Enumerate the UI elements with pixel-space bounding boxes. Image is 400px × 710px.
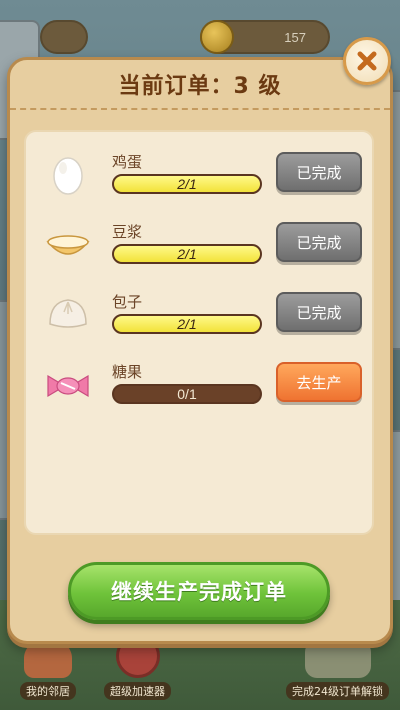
order-item-row: 糖果 0/1 去生产: [26, 358, 372, 418]
item-name: 包子: [112, 293, 143, 311]
item-name: 糖果: [112, 363, 143, 381]
soy-milk-bowl-icon: [46, 235, 90, 255]
level-badge[interactable]: [40, 20, 88, 54]
progress-bar: 2/1: [112, 174, 262, 194]
dialog-title: 当前订单：3 级: [118, 74, 282, 99]
close-icon: [357, 51, 377, 71]
egg-icon: [53, 157, 83, 195]
item-name: 豆浆: [112, 223, 143, 241]
coin-counter[interactable]: 157: [200, 20, 330, 54]
unlock-building-button[interactable]: 完成24级订单解锁: [286, 640, 389, 700]
order-item-row: 鸡蛋 2/1 已完成: [26, 148, 372, 208]
neighbors-icon: [24, 638, 72, 678]
continue-production-button[interactable]: 继续生产完成订单: [68, 562, 330, 620]
candy-icon: [47, 374, 89, 398]
item-name: 鸡蛋: [112, 153, 143, 171]
coin-count: 157: [284, 29, 306, 45]
progress-text: 2/1: [177, 176, 197, 192]
progress-text: 2/1: [177, 316, 197, 332]
building-icon: [304, 640, 371, 678]
order-item-row: 包子 2/1 已完成: [26, 288, 372, 348]
completed-button[interactable]: 已完成: [276, 152, 362, 192]
go-produce-button[interactable]: 去生产: [276, 362, 362, 402]
completed-button[interactable]: 已完成: [276, 292, 362, 332]
progress-bar: 0/1: [112, 384, 262, 404]
dialog-header: 当前订单：3 级: [10, 60, 390, 110]
progress-text: 2/1: [177, 246, 197, 262]
completed-button[interactable]: 已完成: [276, 222, 362, 262]
progress-bar: 2/1: [112, 244, 262, 264]
order-items-panel: 鸡蛋 2/1 已完成 豆浆 2/1 已完成 包子 2/1 已完成 糖果 0/1 …: [24, 130, 374, 535]
progress-bar: 2/1: [112, 314, 262, 334]
order-item-row: 豆浆 2/1 已完成: [26, 218, 372, 278]
unlock-label: 完成24级订单解锁: [286, 682, 389, 700]
neighbors-button[interactable]: 我的邻居: [20, 638, 76, 700]
coin-icon: [200, 20, 234, 54]
accelerator-label: 超级加速器: [104, 682, 171, 700]
progress-text: 0/1: [177, 386, 197, 402]
steamed-bun-icon: [49, 299, 87, 328]
close-button[interactable]: [343, 37, 391, 85]
neighbors-label: 我的邻居: [20, 682, 76, 700]
